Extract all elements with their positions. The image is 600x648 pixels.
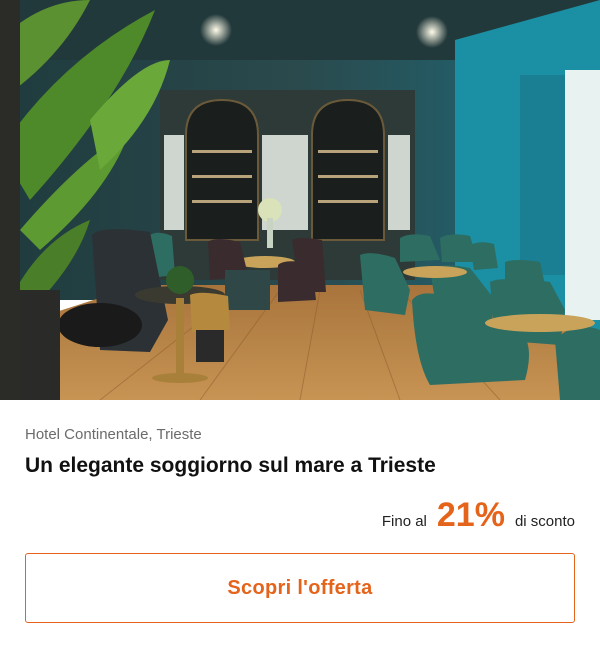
offer-card: Hotel Continentale, Trieste Un elegante …	[0, 400, 600, 648]
discover-offer-button[interactable]: Scopri l'offerta	[25, 553, 575, 623]
offer-title: Un elegante soggiorno sul mare a Trieste	[25, 454, 436, 477]
discount-prefix: Fino al	[381, 513, 427, 530]
hotel-location: Hotel Continentale, Trieste	[25, 426, 202, 443]
hotel-photo	[0, 0, 600, 400]
discount-suffix: di sconto	[514, 513, 575, 530]
discount-value: 21%	[436, 496, 505, 534]
discount-badge: Fino al 21% di sconto	[382, 496, 575, 535]
discover-offer-label: Scopri l'offerta	[227, 576, 373, 599]
